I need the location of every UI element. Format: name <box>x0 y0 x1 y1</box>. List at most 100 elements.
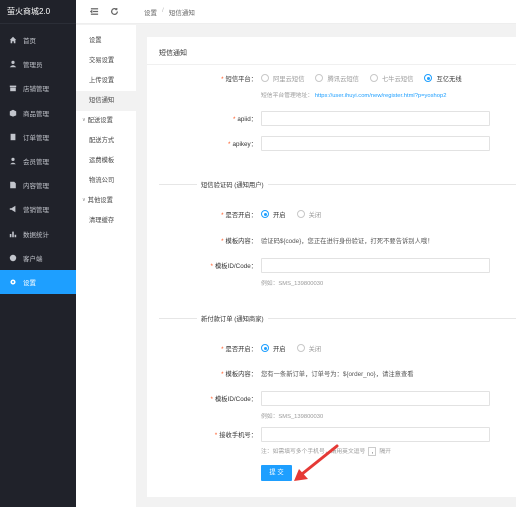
client-icon <box>8 253 18 263</box>
platform-radio-option[interactable]: 互亿无线 <box>424 74 462 83</box>
sidebar-item-label: 会员管理 <box>23 159 49 167</box>
s2-enable-on-radio[interactable]: 开启 <box>261 344 286 353</box>
s1-enable-row: * 是否开启： 开启 关闭 <box>147 208 516 220</box>
submenu-item[interactable]: 配送方式 <box>76 131 136 151</box>
gear-icon <box>8 277 18 287</box>
breadcrumb-item[interactable]: 设置 <box>144 7 157 17</box>
apikey-row: * apikey： <box>147 135 516 151</box>
s2-enable-off-radio[interactable]: 关闭 <box>296 344 321 353</box>
sms-settings-card: 短信通知 * 短信平台： 阿里云短信 腾讯云短信 七牛云短信 互亿无线 短信平台管理地址… <box>147 37 516 497</box>
refresh-icon[interactable] <box>109 7 119 17</box>
s2-phone-row: * 接收手机号： <box>147 426 516 442</box>
sidebar-item[interactable]: 会员管理 <box>0 149 76 173</box>
platform-label: * 短信平台： <box>221 75 257 83</box>
s2-phone-hint: 注：如需填写多个手机号，请用英文逗号, 隔开 <box>261 446 391 456</box>
s1-enable-on-radio[interactable]: 开启 <box>261 210 286 219</box>
page-title: 短信通知 <box>159 50 187 57</box>
platform-hint: 短信平台管理地址： https://user.ihuyi.com/new/reg… <box>261 92 447 99</box>
order-icon <box>8 132 18 142</box>
s1-code-label: * 模板ID/Code： <box>210 262 257 270</box>
breadcrumb: 设置 / 短信通知 <box>144 7 195 17</box>
member-icon <box>8 156 18 166</box>
main-sidebar: 萤火商城2.0 首页管理员店铺管理商品管理订单管理会员管理内容管理营销管理数据统… <box>0 0 76 507</box>
s1-template-value: 验证码${code}，您正在进行身份验证，打死不要告诉别人哦！ <box>261 237 434 245</box>
s2-enable-label: * 是否开启： <box>221 345 257 353</box>
sidebar-item[interactable]: 数据统计 <box>0 222 76 246</box>
sidebar-item-label: 管理员 <box>23 62 43 70</box>
s1-enable-label: * 是否开启： <box>221 211 257 219</box>
breadcrumb-current: 短信通知 <box>168 9 195 17</box>
submenu-item[interactable]: 清理缓存 <box>76 211 136 231</box>
s2-code-hint: 例如：SMS_139800030 <box>261 413 324 420</box>
s2-phone-hint-row: 注：如需填写多个手机号，请用英文逗号, 隔开 <box>147 446 516 456</box>
s1-code-input[interactable] <box>261 257 490 273</box>
sidebar-item[interactable]: 内容管理 <box>0 173 76 197</box>
brand-title[interactable]: 萤火商城2.0 <box>0 0 76 24</box>
submit-button[interactable]: 提 交 <box>261 465 292 481</box>
apiid-input[interactable] <box>261 110 490 126</box>
sidebar-item[interactable]: 设置 <box>0 269 76 295</box>
submenu-item-label: 设置 <box>89 37 102 44</box>
section-title: 新付款订单 (通知商家) <box>201 315 264 323</box>
apikey-input[interactable] <box>261 135 490 151</box>
sidebar-item-label: 店铺管理 <box>23 86 49 94</box>
sidebar-nav: 首页管理员店铺管理商品管理订单管理会员管理内容管理营销管理数据统计客户端设置 <box>0 28 76 295</box>
submenu-group[interactable]: ∨ 配送设置 <box>76 111 136 131</box>
submenu-item-label: 短信通知 <box>89 97 115 104</box>
s2-template-value: 您有一条新订单，订单号为：${order_no}，请注意查看 <box>261 370 414 378</box>
s2-phone-input[interactable] <box>261 426 490 442</box>
sidebar-item-label: 内容管理 <box>23 183 49 191</box>
sidebar-item[interactable]: 管理员 <box>0 52 76 76</box>
sidebar-item-label: 设置 <box>23 279 36 287</box>
sidebar-item[interactable]: 首页 <box>0 28 76 52</box>
s2-template-label: * 模板内容： <box>221 370 257 378</box>
platform-radio-option[interactable]: 阿里云短信 <box>261 74 304 83</box>
sidebar-item[interactable]: 客户端 <box>0 246 76 270</box>
title-divider <box>147 64 516 65</box>
section-title: 短信验证码 (通知用户) <box>201 181 264 189</box>
submenu-item[interactable]: 设置 <box>76 31 136 51</box>
sidebar-item-label: 数据统计 <box>23 231 49 239</box>
submenu-item[interactable]: 运费模板 <box>76 151 136 171</box>
submenu-item[interactable]: 物流公司 <box>76 171 136 191</box>
sidebar-item[interactable]: 营销管理 <box>0 197 76 221</box>
settings-submenu: 设置 交易设置 上传设置 短信通知 ∨ 配送设置 配送方式 运费模板 物流公司 ∨ 其他设置 清理缓存 <box>76 25 136 507</box>
submenu-item-label: 其他设置 <box>87 197 113 204</box>
platform-radio-option[interactable]: 七牛云短信 <box>369 74 413 83</box>
s2-phone-label: * 接收手机号： <box>214 431 257 439</box>
platform-row: * 短信平台： 阿里云短信 腾讯云短信 七牛云短信 互亿无线 <box>147 72 516 84</box>
top-bar: 设置 / 短信通知 <box>76 0 516 24</box>
submenu-item-label: 物流公司 <box>89 177 115 184</box>
sidebar-item-label: 客户端 <box>23 255 43 263</box>
submenu-list: 设置 交易设置 上传设置 短信通知 ∨ 配送设置 配送方式 运费模板 物流公司 ∨ 其他设置 清理缓存 <box>76 25 136 231</box>
menu-collapse-icon[interactable] <box>89 7 99 17</box>
submenu-item[interactable]: 上传设置 <box>76 71 136 91</box>
platform-hint-row: 短信平台管理地址： https://user.ihuyi.com/new/reg… <box>147 89 516 99</box>
sidebar-item[interactable]: 订单管理 <box>0 125 76 149</box>
submenu-item-label: 交易设置 <box>89 57 115 64</box>
goods-icon <box>8 108 18 118</box>
home-icon <box>8 35 18 45</box>
sidebar-item[interactable]: 店铺管理 <box>0 76 76 100</box>
platform-link[interactable]: https://user.ihuyi.com/new/register.html… <box>315 93 447 99</box>
platform-radio-option[interactable]: 腾讯云短信 <box>315 74 359 83</box>
s1-template-label: * 模板内容： <box>221 237 257 245</box>
chevron-down-icon: ∨ <box>82 197 86 203</box>
apikey-label: * apikey： <box>228 140 257 148</box>
platform-radio-group: 阿里云短信 腾讯云短信 七牛云短信 互亿无线 <box>261 74 462 83</box>
submenu-item[interactable]: 交易设置 <box>76 51 136 71</box>
sidebar-item-label: 首页 <box>23 38 36 46</box>
chevron-down-icon: ∨ <box>82 117 86 123</box>
submenu-group[interactable]: ∨ 其他设置 <box>76 191 136 211</box>
section-new-order: 新付款订单 (通知商家) <box>159 313 516 323</box>
submenu-item-label: 配送设置 <box>87 117 113 124</box>
s1-enable-off-radio[interactable]: 关闭 <box>296 210 321 219</box>
submenu-item-label: 上传设置 <box>89 77 115 84</box>
sidebar-item-label: 订单管理 <box>23 134 49 142</box>
s2-code-input[interactable] <box>261 390 490 406</box>
submenu-item-label: 配送方式 <box>89 137 115 144</box>
s1-template-row: * 模板内容： 验证码${code}，您正在进行身份验证，打死不要告诉别人哦！ <box>147 234 516 246</box>
submenu-item[interactable]: 短信通知 <box>76 91 136 111</box>
apiid-label: * apiid： <box>232 115 257 123</box>
sidebar-item[interactable]: 商品管理 <box>0 101 76 125</box>
